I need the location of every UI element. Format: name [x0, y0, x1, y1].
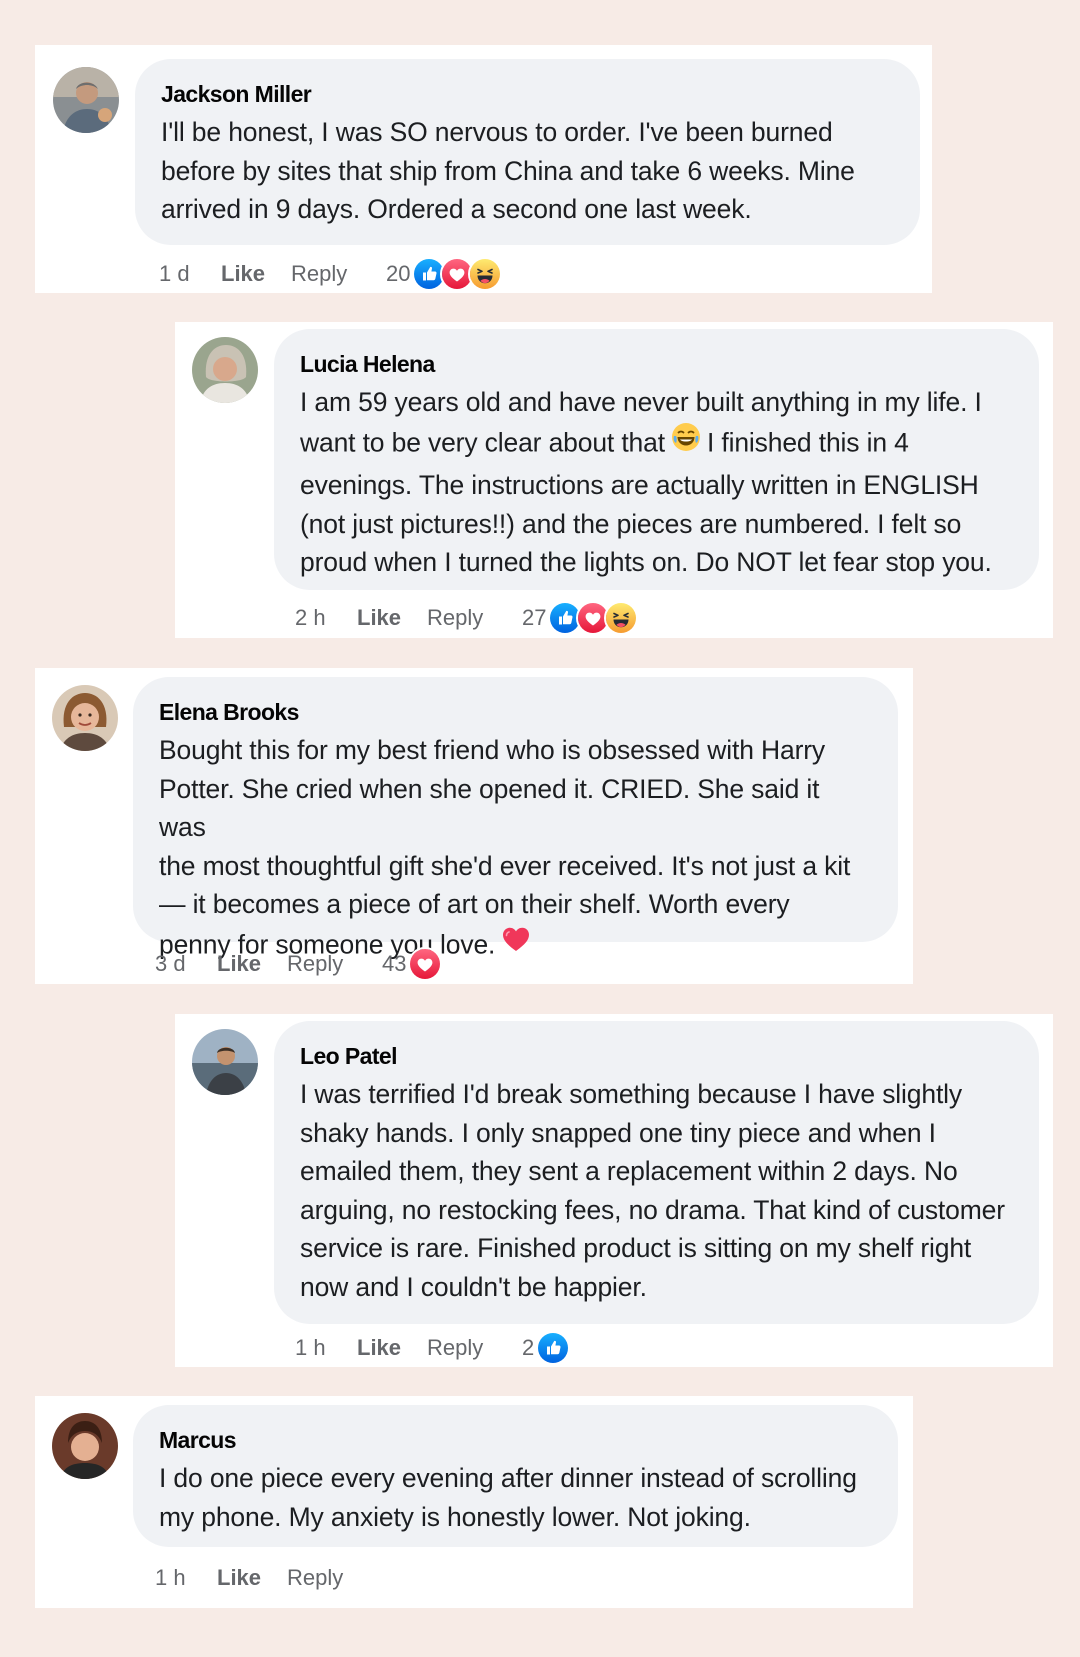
comment-text: I'll be honest, I was SO nervous to orde… [161, 117, 855, 224]
like-button[interactable]: Like [221, 261, 291, 287]
comment-bubble: Lucia Helena I am 59 years old and have … [274, 329, 1039, 590]
comment-time[interactable]: 1 d [159, 261, 221, 287]
reaction-icons[interactable] [548, 601, 639, 635]
reply-button[interactable]: Reply [427, 605, 522, 631]
reaction-count[interactable]: 20 [386, 261, 410, 287]
comment-time[interactable]: 3 d [155, 951, 217, 977]
commenter-name[interactable]: Jackson Miller [161, 81, 894, 107]
avatar[interactable] [192, 337, 258, 403]
reply-button[interactable]: Reply [427, 1335, 522, 1361]
comment-bubble: Jackson Miller I'll be honest, I was SO … [135, 59, 920, 245]
comment-bubble: Elena Brooks Bought this for my best fri… [133, 677, 898, 959]
laughing-face-icon [671, 422, 701, 463]
comment-time[interactable]: 1 h [155, 1565, 217, 1591]
heart-icon [501, 924, 531, 965]
love-icon [408, 947, 443, 981]
comment-bubble: Marcus I do one piece every evening afte… [133, 1405, 898, 1547]
comment-actions: 2 h Like Reply 27 [295, 601, 639, 635]
like-button[interactable]: Like [357, 605, 427, 631]
commenter-name[interactable]: Lucia Helena [300, 351, 1013, 377]
comment-card: Marcus I do one piece every evening afte… [35, 1396, 913, 1608]
like-icon [536, 1331, 571, 1365]
like-button[interactable]: Like [217, 951, 287, 977]
comment-text: I am 59 years old and have never built a… [300, 383, 1013, 582]
comment-card: Elena Brooks Bought this for my best fri… [35, 668, 913, 984]
avatar[interactable] [192, 1029, 258, 1095]
comment-actions: 3 d Like Reply 43 [155, 947, 443, 981]
comment-bubble: Leo Patel I was terrified I'd break some… [274, 1021, 1039, 1324]
comment-time[interactable]: 1 h [295, 1335, 357, 1361]
comment-text: I was terrified I'd break something beca… [300, 1079, 1005, 1302]
reaction-count[interactable]: 2 [522, 1335, 534, 1361]
avatar[interactable] [52, 685, 118, 751]
reaction-icons[interactable] [412, 257, 503, 291]
commenter-name[interactable]: Marcus [159, 1427, 872, 1453]
reply-button[interactable]: Reply [291, 261, 386, 287]
avatar[interactable] [53, 67, 119, 133]
comment-card: Jackson Miller I'll be honest, I was SO … [35, 45, 932, 293]
comment-text: Bought this for my best friend who is ob… [159, 731, 872, 968]
comment-text: I do one piece every evening after dinne… [159, 1463, 857, 1532]
reply-button[interactable]: Reply [287, 951, 382, 977]
commenter-name[interactable]: Leo Patel [300, 1043, 1013, 1069]
comment-card: Lucia Helena I am 59 years old and have … [175, 322, 1053, 638]
like-button[interactable]: Like [357, 1335, 427, 1361]
reaction-count[interactable]: 43 [382, 951, 406, 977]
avatar[interactable] [52, 1413, 118, 1479]
comment-card: Leo Patel I was terrified I'd break some… [175, 1014, 1053, 1367]
haha-icon [604, 601, 639, 635]
reaction-icons[interactable] [408, 947, 443, 981]
comment-time[interactable]: 2 h [295, 605, 357, 631]
commenter-name[interactable]: Elena Brooks [159, 699, 872, 725]
like-button[interactable]: Like [217, 1565, 287, 1591]
reaction-count[interactable]: 27 [522, 605, 546, 631]
comment-actions: 1 h Like Reply [155, 1562, 382, 1594]
comment-actions: 1 h Like Reply 2 [295, 1331, 571, 1365]
reply-button[interactable]: Reply [287, 1565, 382, 1591]
haha-icon [468, 257, 503, 291]
reaction-icons[interactable] [536, 1331, 571, 1365]
comment-actions: 1 d Like Reply 20 [159, 257, 503, 291]
